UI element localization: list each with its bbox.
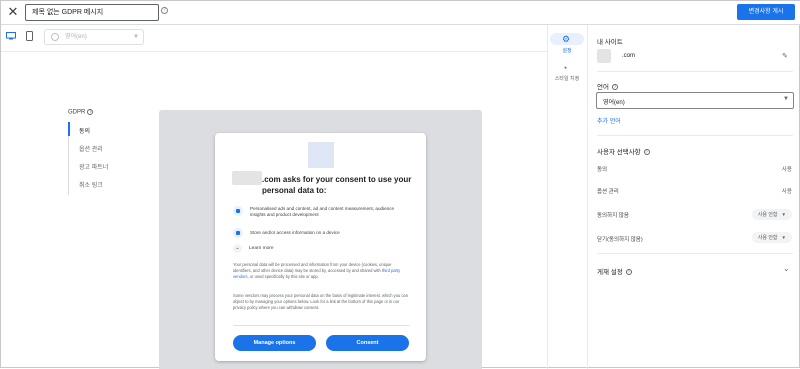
chevron-down-icon: ▼ xyxy=(783,96,789,102)
chevron-down-icon: ▼ xyxy=(781,212,786,217)
help-icon[interactable]: ? xyxy=(625,269,632,276)
language-dropdown-value: 영어(en) xyxy=(603,100,625,106)
user-choices-title: 사용자 선택사항? xyxy=(597,149,650,156)
person-icon xyxy=(233,206,243,216)
gdpr-nav-title: GDPR? xyxy=(68,109,94,116)
active-indicator xyxy=(68,122,70,136)
nav-item-manage-options[interactable]: 옵션 관리 xyxy=(79,144,103,153)
consent-paragraph-2: Some vendors may process your personal d… xyxy=(233,293,408,310)
toolbar-divider xyxy=(1,51,547,52)
dialog-headline: .com asks for your consent to use your p… xyxy=(262,175,412,195)
purpose-text: Store and/or access information on a dev… xyxy=(250,230,340,235)
desktop-icon[interactable] xyxy=(6,32,16,40)
nav-item-consent[interactable]: 동의 xyxy=(79,126,90,135)
consent-paragraph-1: Your personal data will be processed and… xyxy=(233,262,401,279)
learn-more-label: Learn more xyxy=(249,246,274,251)
publish-button[interactable]: 변경사항 게시 xyxy=(737,4,795,20)
preview-language-value: 영어(en) xyxy=(65,34,87,40)
palette-icon[interactable]: ◔ xyxy=(562,63,572,73)
help-icon[interactable]: ? xyxy=(611,84,618,91)
settings-tab-label: 설정 xyxy=(562,48,572,54)
rail-divider xyxy=(547,25,548,369)
consent-choice-value: 사용 xyxy=(781,167,792,173)
consent-choice-label: 동의 xyxy=(597,167,608,173)
message-title-input[interactable]: 제목 없는 GDPR 메시지 xyxy=(25,4,159,21)
add-language-link[interactable]: 추가 언어 xyxy=(597,116,621,125)
site-logo xyxy=(308,142,334,168)
section-divider xyxy=(597,253,793,254)
site-favicon-placeholder xyxy=(597,49,611,63)
styling-tab-label[interactable]: 스타일 지정 xyxy=(550,75,584,82)
manage-options-button[interactable]: Manage options xyxy=(233,335,316,351)
chevron-down-icon[interactable]: ⌄ xyxy=(783,265,790,273)
dialog-divider xyxy=(233,325,409,326)
settings-tab[interactable]: ⚙ xyxy=(550,33,584,45)
gdpr-nav-list: 동의 옵션 관리 광고 파트너 취소 링크 xyxy=(68,122,138,195)
nav-item-revocation-link[interactable]: 취소 링크 xyxy=(79,180,103,189)
targeting-title[interactable]: 게재 설정? xyxy=(597,266,632,276)
gear-icon: ⚙ xyxy=(562,34,571,44)
section-divider xyxy=(597,135,793,136)
manage-options-choice-value: 사용 xyxy=(781,189,792,195)
help-icon[interactable]: ? xyxy=(643,149,650,156)
app-frame: ✕ 제목 없는 GDPR 메시지 ? 변경사항 게시 영어(en) ▼ GDPR… xyxy=(0,0,800,369)
preview-language-select[interactable]: 영어(en) ▼ xyxy=(44,29,144,45)
my-site-title: 내 사이트 xyxy=(597,39,623,46)
consent-dialog: .com asks for your consent to use your p… xyxy=(215,133,426,361)
help-icon[interactable]: ? xyxy=(161,7,168,14)
do-not-consent-label: 동의하지 않음 xyxy=(597,213,629,219)
manage-options-choice-label: 옵션 관리 xyxy=(597,189,619,195)
language-dropdown[interactable]: 영어(en) ▼ xyxy=(596,92,794,109)
site-name-placeholder xyxy=(232,171,262,185)
language-title: 언어? xyxy=(597,84,618,91)
close-choice-label: 닫기(동의하지 않음) xyxy=(597,237,643,243)
do-not-consent-select[interactable]: 사용 안함 ▼ xyxy=(751,209,792,220)
chevron-down-icon: ▼ xyxy=(133,34,139,40)
device-icon xyxy=(233,228,243,238)
chevron-down-icon: ▼ xyxy=(781,235,786,240)
site-domain: .com xyxy=(622,53,636,59)
chevron-down-icon: ⌄ xyxy=(233,244,242,253)
purpose-text: Personalised ads and content, ad and con… xyxy=(250,206,395,217)
edit-icon[interactable]: ✎ xyxy=(782,53,788,60)
globe-icon xyxy=(51,33,59,41)
settings-panel: 내 사이트 .com ✎ 언어? 영어(en) ▼ 추가 언어 사용자 선택사항… xyxy=(588,25,800,369)
mobile-icon[interactable] xyxy=(26,31,33,41)
learn-more-toggle[interactable]: ⌄ Learn more xyxy=(233,244,274,253)
consent-button[interactable]: Consent xyxy=(326,335,409,351)
top-bar: ✕ 제목 없는 GDPR 메시지 ? 변경사항 게시 xyxy=(1,1,800,25)
third-party-vendors-link[interactable]: third party vendors xyxy=(233,268,400,279)
help-icon[interactable]: ? xyxy=(87,109,94,115)
nav-item-ad-partners[interactable]: 광고 파트너 xyxy=(79,162,108,171)
close-choice-select[interactable]: 사용 안함 ▼ xyxy=(751,232,792,243)
section-divider xyxy=(597,71,793,72)
close-icon[interactable]: ✕ xyxy=(6,5,20,19)
